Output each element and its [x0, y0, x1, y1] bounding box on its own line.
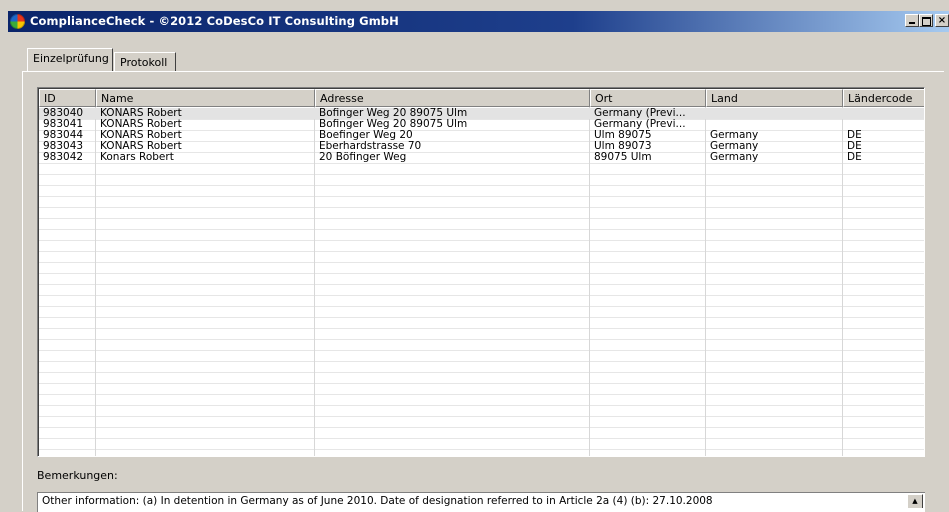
remarks-textbox[interactable]: Other information: (a) In detention in G… [37, 492, 925, 512]
minimize-button[interactable] [905, 14, 919, 27]
table-cell: Germany (Previ... [594, 108, 686, 119]
row-divider [39, 273, 924, 274]
app-logo-icon [10, 14, 25, 29]
table-cell: Ulm 89075 [594, 130, 652, 141]
table-cell: 20 Böfinger Weg [319, 152, 407, 163]
row-divider [39, 284, 924, 285]
close-button[interactable]: × [935, 14, 949, 27]
table-row[interactable]: 983042 Konars Robert 20 Böfinger Weg 89075 … [39, 152, 924, 163]
tab-protokoll[interactable]: Protokoll [114, 52, 176, 71]
row-divider [39, 295, 924, 296]
row-divider [39, 317, 924, 318]
row-divider [39, 229, 924, 230]
row-divider [39, 383, 924, 384]
table-cell: Eberhardstrasse 70 [319, 141, 422, 152]
row-divider [39, 174, 924, 175]
row-divider [39, 218, 924, 219]
table-cell: Boefinger Weg 20 [319, 130, 413, 141]
close-icon: × [937, 15, 947, 26]
table-cell: Konars Robert [100, 152, 174, 163]
table-cell [843, 119, 924, 130]
table-cell: DE [847, 130, 862, 141]
row-divider [39, 394, 924, 395]
row-divider [39, 438, 924, 439]
table-cell: 983041 [43, 119, 84, 130]
main-window: ComplianceCheck - ©2012 CoDesCo IT Consu… [0, 0, 949, 512]
row-divider [39, 372, 924, 373]
row-divider [39, 350, 924, 351]
row-divider [39, 196, 924, 197]
table-cell: DE [847, 141, 862, 152]
table-cell: Ulm 89073 [594, 141, 652, 152]
row-divider [39, 339, 924, 340]
table-cell: 983042 [43, 152, 84, 163]
row-divider [39, 251, 924, 252]
row-divider [39, 427, 924, 428]
column-header-1[interactable]: Name [96, 89, 315, 107]
table-cell: KONARS Robert [100, 119, 182, 130]
table-cell: Germany [710, 152, 759, 163]
row-divider [39, 361, 924, 362]
remarks-label: Bemerkungen: [37, 469, 118, 482]
table-row[interactable]: 983040 KONARS Robert Bofinger Weg 20 89075… [39, 108, 924, 119]
column-header-3[interactable]: Ort [590, 89, 706, 107]
table-row[interactable]: 983041 KONARS Robert Bofinger Weg 20 89075… [39, 119, 924, 130]
row-divider [39, 163, 924, 164]
window-title: ComplianceCheck - ©2012 CoDesCo IT Consu… [30, 14, 399, 28]
row-divider [39, 306, 924, 307]
table-cell: Bofinger Weg 20 89075 Ulm [319, 119, 468, 130]
table-row[interactable]: 983044 KONARS Robert Boefinger Weg 20 Ulm 8… [39, 130, 924, 141]
table-row[interactable]: 983043 KONARS Robert Eberhardstrasse 70 Ulm… [39, 141, 924, 152]
column-header-0[interactable]: ID [39, 89, 96, 107]
table-cell: 983044 [43, 130, 84, 141]
table-cell: KONARS Robert [100, 130, 182, 141]
row-divider [39, 262, 924, 263]
table-cell [843, 108, 924, 119]
results-table[interactable]: ID Name Adresse Ort Land Ländercode 983040 KONA… [37, 87, 925, 457]
row-divider [39, 240, 924, 241]
table-cell [706, 108, 843, 119]
table-cell: 983040 [43, 108, 84, 119]
table-cell: KONARS Robert [100, 108, 182, 119]
table-cell: 983043 [43, 141, 84, 152]
results-table-body: ID Name Adresse Ort Land Ländercode 983040 KONA… [38, 88, 924, 456]
row-divider [39, 449, 924, 450]
table-cell: DE [847, 152, 862, 163]
table-cell: Germany [710, 130, 759, 141]
row-divider [39, 328, 924, 329]
row-divider [39, 185, 924, 186]
table-cell [706, 119, 843, 130]
maximize-button[interactable] [919, 14, 933, 27]
row-divider [39, 207, 924, 208]
row-divider [39, 416, 924, 417]
table-cell: KONARS Robert [100, 141, 182, 152]
table-cell: Bofinger Weg 20 89075 Ulm [319, 108, 468, 119]
table-cell: 89075 Ulm [594, 152, 652, 163]
column-header-5[interactable]: Ländercode [843, 89, 924, 107]
column-header-2[interactable]: Adresse [315, 89, 590, 107]
table-cell: Germany [710, 141, 759, 152]
title-bar[interactable]: ComplianceCheck - ©2012 CoDesCo IT Consu… [8, 11, 949, 32]
column-header-4[interactable]: Land [706, 89, 843, 107]
table-cell: Germany (Previ... [594, 119, 686, 130]
tab-einzelpruefung[interactable]: Einzelprüfung [27, 48, 113, 71]
row-divider [39, 405, 924, 406]
